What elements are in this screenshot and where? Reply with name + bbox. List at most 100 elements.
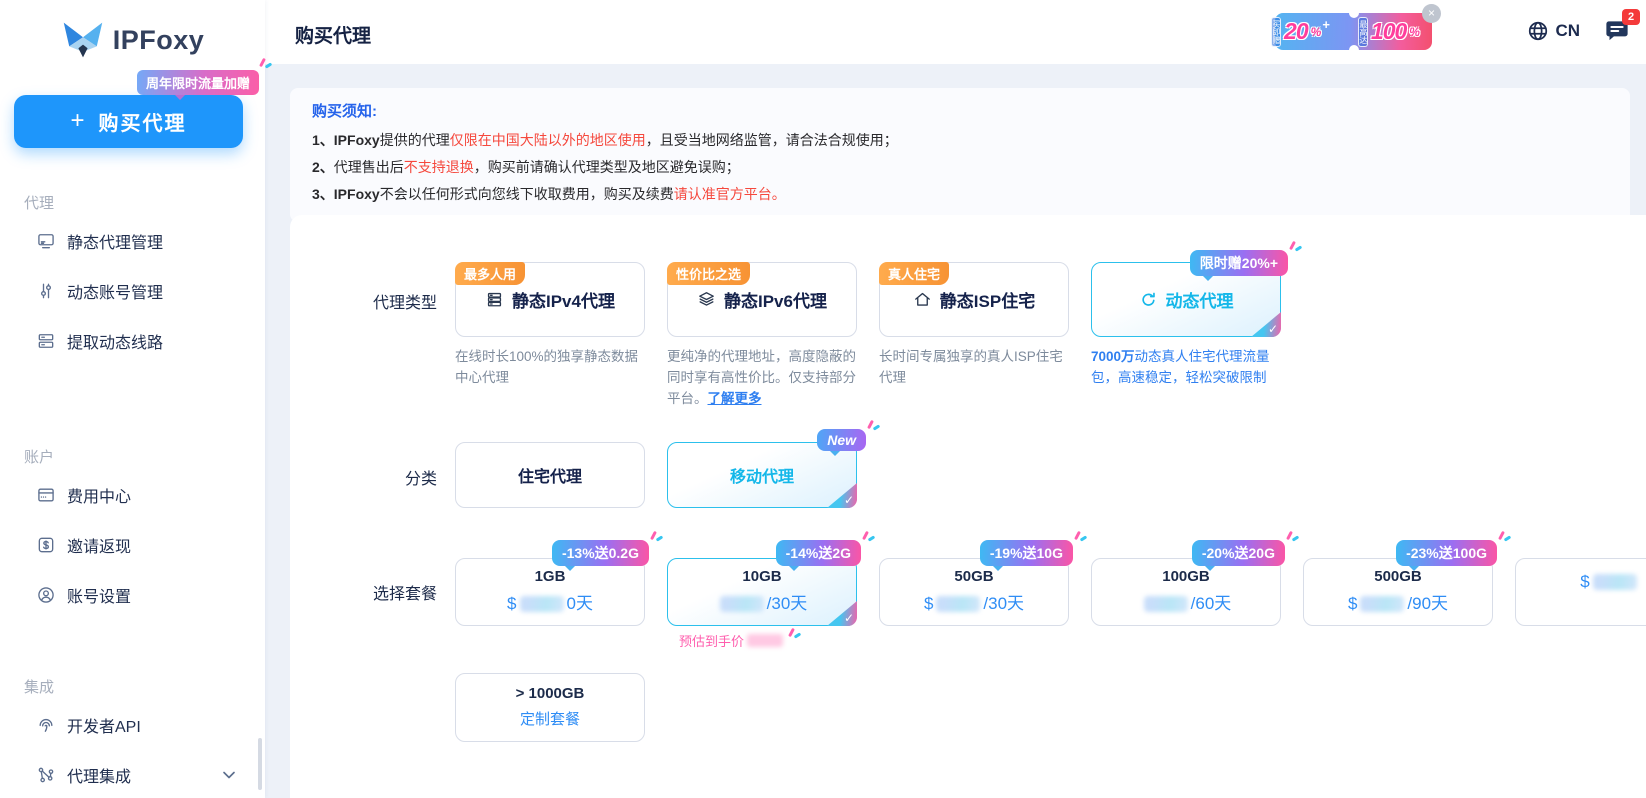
package-card-500GB[interactable]: 500GB $ /90天: [1303, 558, 1493, 626]
sidebar-item-label: 动态账号管理: [67, 285, 164, 302]
user-icon: [36, 585, 56, 605]
currency-symbol: $: [923, 594, 934, 613]
proxy-type-card-静态ISP住宅[interactable]: 真人住宅 静态ISP住宅: [879, 262, 1069, 337]
sidebar-item-label: 提取动态线路: [67, 335, 164, 352]
discount-badge: -13%送0.2G: [551, 540, 649, 571]
package-price: /30天: [668, 589, 856, 614]
package-card-100GB[interactable]: 100GB/60天: [1091, 558, 1281, 626]
plus-icon: +: [70, 106, 87, 134]
sidebar-section: 账户 费用中心 邀请返现 账号设置: [0, 446, 265, 620]
category-card-住宅代理[interactable]: 住宅代理: [455, 442, 645, 508]
discount-badge: -19%送10G: [979, 540, 1073, 571]
sidebar-item-开发者API[interactable]: 开发者API: [0, 700, 265, 750]
layers-icon: [697, 290, 716, 309]
sidebar-scrollbar[interactable]: [258, 738, 262, 790]
package-card-10GB[interactable]: 10GB/30天 ✓: [667, 558, 857, 626]
censored-price-blob: [936, 596, 981, 612]
package-size: 500GB: [1374, 568, 1422, 585]
currency-symbol: $: [507, 594, 517, 613]
sparkle-icon: [861, 531, 874, 544]
monitor-icon: [36, 231, 56, 251]
sidebar-item-静态代理管理[interactable]: 静态代理管理: [0, 216, 265, 266]
notice-title: 购买须知:: [312, 103, 377, 120]
price-duration: /60天: [1190, 594, 1232, 613]
selected-check-icon: ✓: [827, 483, 857, 508]
package-label: 选择套餐: [372, 586, 437, 603]
category-card-移动代理[interactable]: 移动代理 New ✓: [667, 429, 866, 508]
limited-gift-badge: 限时赠20%+: [1189, 250, 1288, 281]
censored-price-blob: [1360, 596, 1405, 612]
chevron-down-icon: [219, 765, 239, 785]
learn-more-link[interactable]: 了解更多: [708, 391, 762, 406]
proxy-type-card-动态代理[interactable]: 限时赠20%+ 动态代理 ✓: [1091, 250, 1288, 337]
package-size: 1GB: [534, 568, 566, 585]
sidebar-item-label: 邀请返现: [67, 539, 132, 556]
package-column: -23%送100G 500GB $ /90天: [1303, 540, 1497, 626]
promo-ticket-left: 买即赠 20 % +: [1265, 16, 1352, 47]
sparkle-icon: [1073, 531, 1086, 544]
proxy-type-description: 更纯净的代理地址，高度隐蔽的同时享有高性价比。仅支持部分平台。了解更多: [667, 349, 856, 406]
language-code: CN: [1555, 21, 1580, 40]
category-label: 分类: [404, 471, 437, 488]
sparkle-icon: [1497, 531, 1510, 544]
home-icon: [913, 290, 932, 309]
sidebar-item-账号设置[interactable]: 账号设置: [0, 570, 265, 620]
custom-package-size: > 1000GB: [515, 685, 585, 702]
proxy-type-title: 静态IPv4代理: [512, 292, 615, 311]
censored-price-blob: [719, 596, 764, 612]
proxy-type-column: 性价比之选 静态IPv6代理更纯净的代理地址，高度隐蔽的同时享有高性价比。仅支持部…: [667, 262, 857, 410]
proxy-type-card-静态IPv6代理[interactable]: 性价比之选 静态IPv6代理: [667, 262, 857, 337]
logo[interactable]: IPFoxy: [0, 16, 265, 64]
proxy-type-column: 限时赠20%+ 动态代理 ✓ 7000万动态真人住宅代理流量包，高速稳定，轻松突破限制: [1091, 250, 1288, 410]
sparkle-icon: [787, 628, 800, 641]
sidebar-item-费用中心[interactable]: 费用中心: [0, 470, 265, 520]
notice-line: 3、IPFoxy不会以任何形式向您线下收取费用，购买及续费请认准官方平台。: [312, 186, 786, 202]
estimated-price-label: 预估到手价: [679, 634, 745, 649]
promo-ticket-banner[interactable]: 买即赠 20 % + 最高达 100 % ×: [1271, 4, 1441, 50]
sidebar-item-label: 账号设置: [67, 589, 132, 606]
package-size: 10GB: [742, 568, 782, 585]
custom-package-card[interactable]: > 1000GB 定制套餐: [455, 673, 645, 742]
sidebar: IPFoxy 周年限时流量加赠 + 购买代理 代理 静态代理管理 动态账号管理 提取动…: [0, 0, 265, 798]
anniversary-promo-badge: 周年限时流量加赠: [136, 70, 259, 100]
proxy-type-card-静态IPv4代理[interactable]: 最多人用 静态IPv4代理: [455, 262, 645, 337]
sidebar-item-label: 代理集成: [67, 769, 132, 786]
proxy-type-column: 最多人用 静态IPv4代理 在线时长100%的独享静态数据中心代理: [455, 262, 645, 410]
language-selector[interactable]: CN: [1527, 20, 1580, 42]
sidebar-item-动态账号管理[interactable]: 动态账号管理: [0, 266, 265, 316]
fox-logo-icon: [63, 22, 102, 58]
server-rack-icon: [485, 290, 504, 309]
currency-symbol: $: [1580, 572, 1590, 591]
package-card-50GB[interactable]: 50GB $ /30天: [879, 558, 1069, 626]
page-title: 购买代理: [295, 26, 372, 47]
package-price: $0天: [456, 589, 644, 614]
package-price: $: [1516, 572, 1646, 592]
chat-button[interactable]: 2: [1602, 9, 1640, 45]
package-price: /60天: [1092, 589, 1280, 614]
package-card-1GB[interactable]: 1GB $0天: [455, 558, 645, 626]
sidebar-item-label: 静态代理管理: [67, 235, 164, 252]
sidebar-nav: 代理 静态代理管理 动态账号管理 提取动态线路 账户 费用中心 邀请返现 账号设置 集成 开发者A…: [0, 192, 265, 798]
sidebar-item-代理集成[interactable]: 代理集成: [0, 750, 265, 798]
close-icon[interactable]: ×: [1422, 4, 1441, 23]
buy-proxy-button[interactable]: + 购买代理: [14, 95, 243, 148]
sliders-icon: [36, 281, 56, 301]
purchase-panel: 代理类型 最多人用 静态IPv4代理 在线时长100%的独享静态数据中心代理 性价比之…: [290, 215, 1646, 798]
package-price: $ /30天: [880, 589, 1068, 614]
package-card-partial[interactable]: $: [1515, 558, 1646, 626]
proxy-type-title: 动态代理: [1165, 292, 1234, 311]
main-content: 购买须知: 1、IPFoxy提供的代理仅限在中国大陆以外的地区使用，且受当地网络…: [265, 64, 1646, 798]
fingerprint-icon: [36, 715, 56, 735]
promo-right-tag: 最高达: [1357, 16, 1368, 47]
price-duration: /90天: [1407, 594, 1449, 613]
sparkle-icon: [649, 531, 662, 544]
sparkle-icon: [1288, 241, 1301, 254]
sidebar-item-邀请返现[interactable]: 邀请返现: [0, 520, 265, 570]
proxy-type-description: 长时间专属独享的真人ISP住宅代理: [879, 349, 1063, 385]
custom-package-label: 定制套餐: [519, 711, 580, 728]
billing-card-icon: [36, 485, 56, 505]
sidebar-item-提取动态线路[interactable]: 提取动态线路: [0, 316, 265, 366]
censored-price-blob: [1592, 574, 1637, 590]
estimated-price-note: 预估到手价: [679, 631, 796, 650]
corner-badge: 真人住宅: [879, 262, 950, 285]
